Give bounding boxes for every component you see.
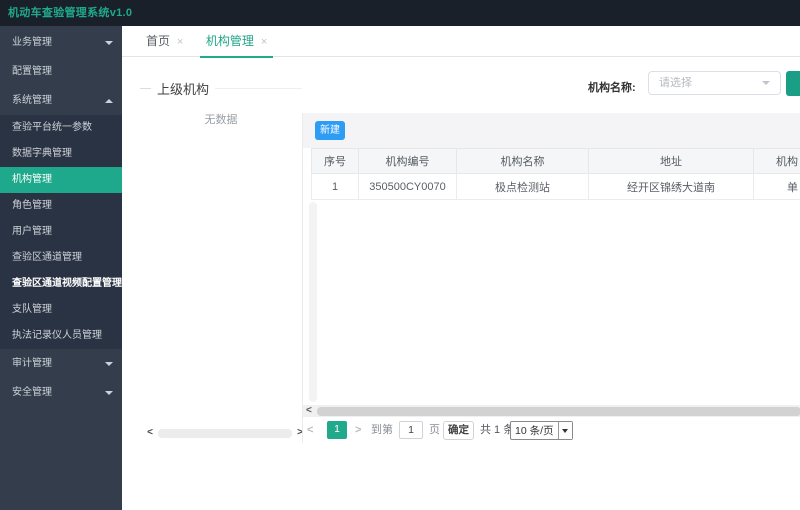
sidebar-item-label: 角色管理 — [12, 200, 52, 211]
sidebar-item-data-dictionary[interactable]: 数据字典管理 — [0, 141, 122, 167]
sidebar-item-label: 查验区通道视频配置管理 — [12, 278, 122, 289]
app-title: 机动车查验管理系统v1.0 — [8, 7, 133, 19]
top-bar: 机动车查验管理系统v1.0 — [0, 0, 800, 26]
sidebar-item-label: 业务管理 — [12, 37, 52, 48]
search-button[interactable] — [786, 71, 800, 96]
next-page-icon[interactable]: > — [355, 420, 361, 440]
legend-line — [140, 88, 151, 89]
sidebar-item-label: 配置管理 — [12, 66, 52, 77]
org-table: 序号 机构编号 机构名称 地址 机构 1 350500CY0070 极点检测站 … — [311, 148, 800, 200]
sidebar-item-label: 支队管理 — [12, 304, 52, 315]
scroll-left-icon[interactable]: < — [144, 427, 156, 439]
sidebar-item-role-mgmt[interactable]: 角色管理 — [0, 193, 122, 219]
org-name-label: 机构名称: — [588, 82, 636, 94]
chevron-down-icon — [105, 361, 113, 366]
select-arrow-box[interactable] — [557, 422, 572, 439]
tab-bar: 首页 × 机构管理 × — [122, 26, 800, 58]
sidebar-item-label: 审计管理 — [12, 358, 52, 369]
select-placeholder: 请选择 — [659, 77, 692, 89]
sidebar-item-label: 查验平台统一参数 — [12, 122, 92, 133]
close-icon[interactable]: × — [261, 36, 267, 48]
sidebar-item-label: 查验区通道管理 — [12, 252, 82, 263]
legend-line — [215, 88, 302, 89]
sidebar-item-org-mgmt[interactable]: 机构管理 — [0, 167, 122, 193]
sidebar-item-user-mgmt[interactable]: 用户管理 — [0, 219, 122, 245]
org-table-panel: 新建 序号 机构编号 机构名称 地址 机构 1 350500CY0070 极点检… — [302, 113, 800, 443]
page-suffix-label: 页 — [429, 424, 440, 436]
sidebar-item-label: 系统管理 — [12, 95, 52, 106]
sidebar-item-label: 执法记录仪人员管理 — [12, 330, 102, 341]
org-name-select[interactable]: 请选择 — [648, 71, 781, 95]
sidebar-item-recorder-staff-mgmt[interactable]: 执法记录仪人员管理 — [0, 323, 122, 349]
sidebar-item-config-mgmt[interactable]: 配置管理 — [0, 57, 122, 86]
sidebar-item-security-mgmt[interactable]: 安全管理 — [0, 378, 122, 407]
prev-page-icon[interactable]: < — [307, 420, 313, 440]
cell-org-type: 单 — [753, 173, 800, 200]
sidebar-item-system-mgmt[interactable]: 系统管理 — [0, 86, 122, 115]
tab-org-mgmt[interactable]: 机构管理 × — [199, 26, 274, 58]
chevron-down-icon — [105, 40, 113, 45]
chevron-down-icon — [562, 428, 569, 433]
parent-org-panel: 上级机构 无数据 — [140, 80, 302, 127]
table-vertical-scrollbar[interactable] — [309, 202, 317, 402]
table-toolbar: 新建 — [303, 113, 800, 148]
tab-home[interactable]: 首页 × — [146, 26, 183, 57]
sidebar-item-label: 安全管理 — [12, 387, 52, 398]
close-icon[interactable]: × — [177, 36, 183, 48]
sidebar-item-label: 数据字典管理 — [12, 148, 72, 159]
chevron-down-icon — [105, 390, 113, 395]
sidebar-item-platform-params[interactable]: 查验平台统一参数 — [0, 115, 122, 141]
sidebar-item-audit-mgmt[interactable]: 审计管理 — [0, 349, 122, 378]
page-size-value: 10 条/页 — [515, 425, 554, 437]
col-seq: 序号 — [311, 148, 359, 174]
app-window: 机动车查验管理系统v1.0 业务管理 配置管理 系统管理 查验平台统一参数 数据… — [0, 0, 800, 510]
col-org-name: 机构名称 — [456, 148, 589, 174]
scrollbar-thumb[interactable] — [317, 406, 800, 416]
scrollbar-track[interactable] — [158, 428, 292, 438]
cell-address: 经开区锦绣大道南 — [588, 173, 754, 200]
table-horizontal-scrollbar: < — [303, 405, 800, 417]
table-row[interactable]: 1 350500CY0070 极点检测站 经开区锦绣大道南 单 — [311, 173, 800, 200]
sidebar-item-label: 用户管理 — [12, 226, 52, 237]
chevron-up-icon — [105, 98, 113, 103]
tab-label: 首页 — [146, 34, 171, 48]
table-header-row: 序号 机构编号 机构名称 地址 机构 — [311, 148, 800, 174]
cell-org-name: 极点检测站 — [456, 173, 589, 200]
goto-label: 到第 — [371, 424, 393, 436]
sidebar-item-channel-video-config[interactable]: 查验区通道视频配置管理 — [0, 271, 122, 297]
tree-horizontal-scrollbar: < > — [144, 427, 306, 439]
scroll-left-icon[interactable]: < — [306, 405, 312, 417]
goto-page-input[interactable] — [399, 421, 423, 439]
parent-org-legend: 上级机构 — [140, 80, 302, 97]
new-button[interactable]: 新建 — [315, 121, 345, 140]
sidebar-item-detachment-mgmt[interactable]: 支队管理 — [0, 297, 122, 323]
sidebar-item-business-mgmt[interactable]: 业务管理 — [0, 28, 122, 57]
cell-org-code: 350500CY0070 — [358, 173, 457, 200]
cell-seq: 1 — [311, 173, 359, 200]
page-size-select[interactable]: 10 条/页 — [510, 421, 573, 440]
pagination: < 1 > 到第 页 确定 共 1 条 10 条/页 — [303, 420, 800, 442]
sidebar-item-channel-mgmt[interactable]: 查验区通道管理 — [0, 245, 122, 271]
col-address: 地址 — [588, 148, 754, 174]
page-number-button[interactable]: 1 — [327, 421, 347, 439]
confirm-button[interactable]: 确定 — [443, 421, 474, 440]
col-org-type: 机构 — [753, 148, 800, 174]
no-data-text: 无数据 — [204, 114, 238, 126]
col-org-code: 机构编号 — [358, 148, 457, 174]
sidebar: 业务管理 配置管理 系统管理 查验平台统一参数 数据字典管理 机构管理 角色管理… — [0, 26, 122, 510]
chevron-down-icon — [762, 81, 770, 85]
sidebar-item-label: 机构管理 — [12, 174, 52, 185]
parent-org-title: 上级机构 — [157, 82, 210, 97]
tab-label: 机构管理 — [205, 34, 254, 48]
